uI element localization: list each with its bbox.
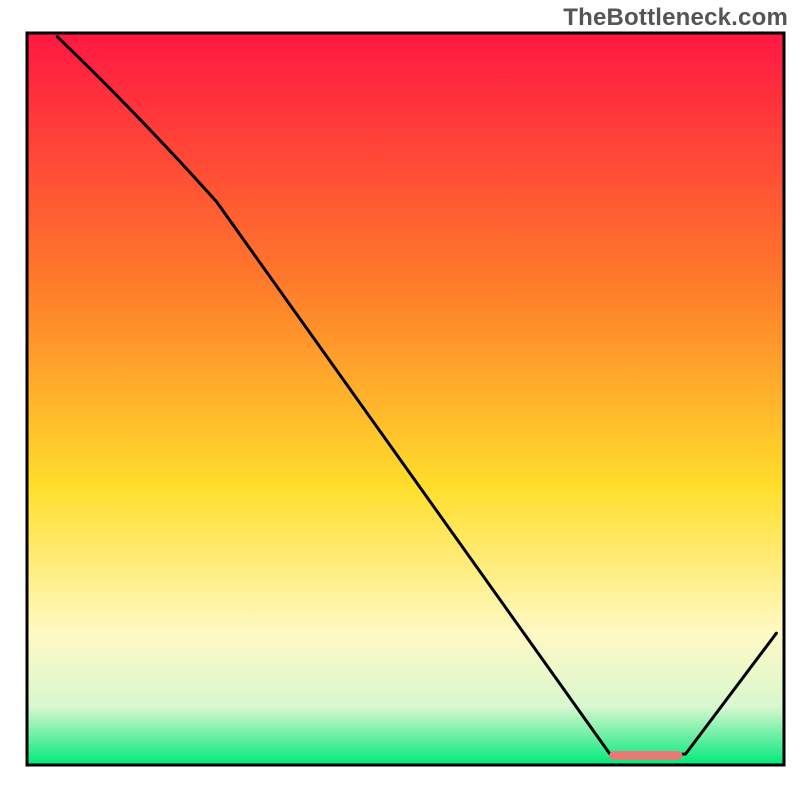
chart-container: { "attribution": "TheBottleneck.com", "c…: [0, 0, 800, 800]
chart-svg: [0, 0, 800, 800]
gradient-background: [27, 33, 784, 765]
plot-area: [27, 33, 784, 765]
